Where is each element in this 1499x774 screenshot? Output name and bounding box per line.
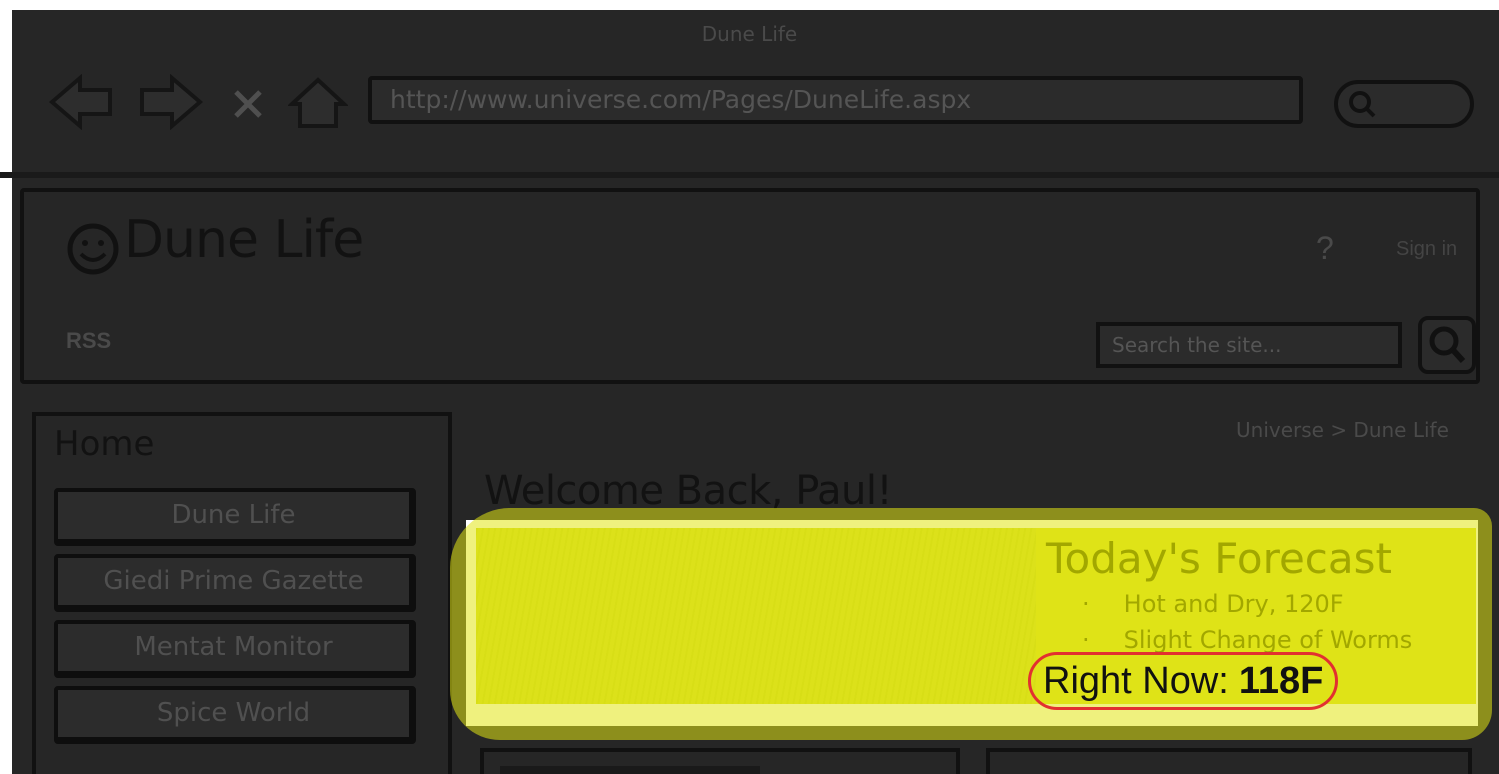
stop-icon[interactable]	[232, 88, 264, 120]
sidebar-heading: Home	[54, 424, 155, 464]
search-icon	[1349, 91, 1376, 118]
sign-in-link[interactable]: Sign in	[1396, 238, 1457, 261]
site-search-button[interactable]	[1418, 316, 1476, 374]
url-bar[interactable]: http://www.universe.com/Pages/DuneLife.a…	[368, 76, 1303, 124]
welcome-heading: Welcome Back, Paul!	[484, 468, 893, 514]
panel-tab	[500, 766, 760, 774]
dune-landscape-image	[476, 528, 1036, 704]
current-temp-label: Right Now:	[1043, 660, 1229, 702]
browser-search-box[interactable]	[1334, 80, 1474, 128]
current-temperature: Right Now: 118F	[1028, 652, 1339, 710]
help-icon[interactable]: ?	[1316, 230, 1334, 267]
home-icon[interactable]	[288, 76, 348, 130]
forward-arrow-icon[interactable]	[138, 74, 204, 130]
sidebar-item-spice-world[interactable]: Spice World	[54, 686, 416, 744]
forecast-list: Hot and Dry, 120F Slight Change of Worms	[1082, 586, 1413, 658]
current-temp-value: 118F	[1238, 660, 1324, 702]
rss-feed-icon[interactable]: RSS	[66, 328, 111, 354]
chrome-divider	[0, 172, 1499, 178]
content-panel-right	[986, 748, 1472, 774]
sidebar-item-giedi-prime-gazette[interactable]: Giedi Prime Gazette	[54, 554, 416, 612]
back-arrow-icon[interactable]	[48, 74, 114, 130]
site-title: Dune Life	[124, 210, 364, 270]
window-title: Dune Life	[701, 22, 798, 46]
smiley-logo-icon	[67, 223, 119, 275]
sidebar-item-mentat-monitor[interactable]: Mentat Monitor	[54, 620, 416, 678]
site-search-input[interactable]	[1096, 322, 1402, 368]
sidebar-item-dune-life[interactable]: Dune Life	[54, 488, 416, 546]
breadcrumb[interactable]: Universe > Dune Life	[1236, 418, 1449, 442]
forecast-item: Hot and Dry, 120F	[1082, 586, 1412, 622]
forecast-title: Today's Forecast	[1046, 534, 1392, 583]
magnifier-icon	[1429, 326, 1466, 364]
